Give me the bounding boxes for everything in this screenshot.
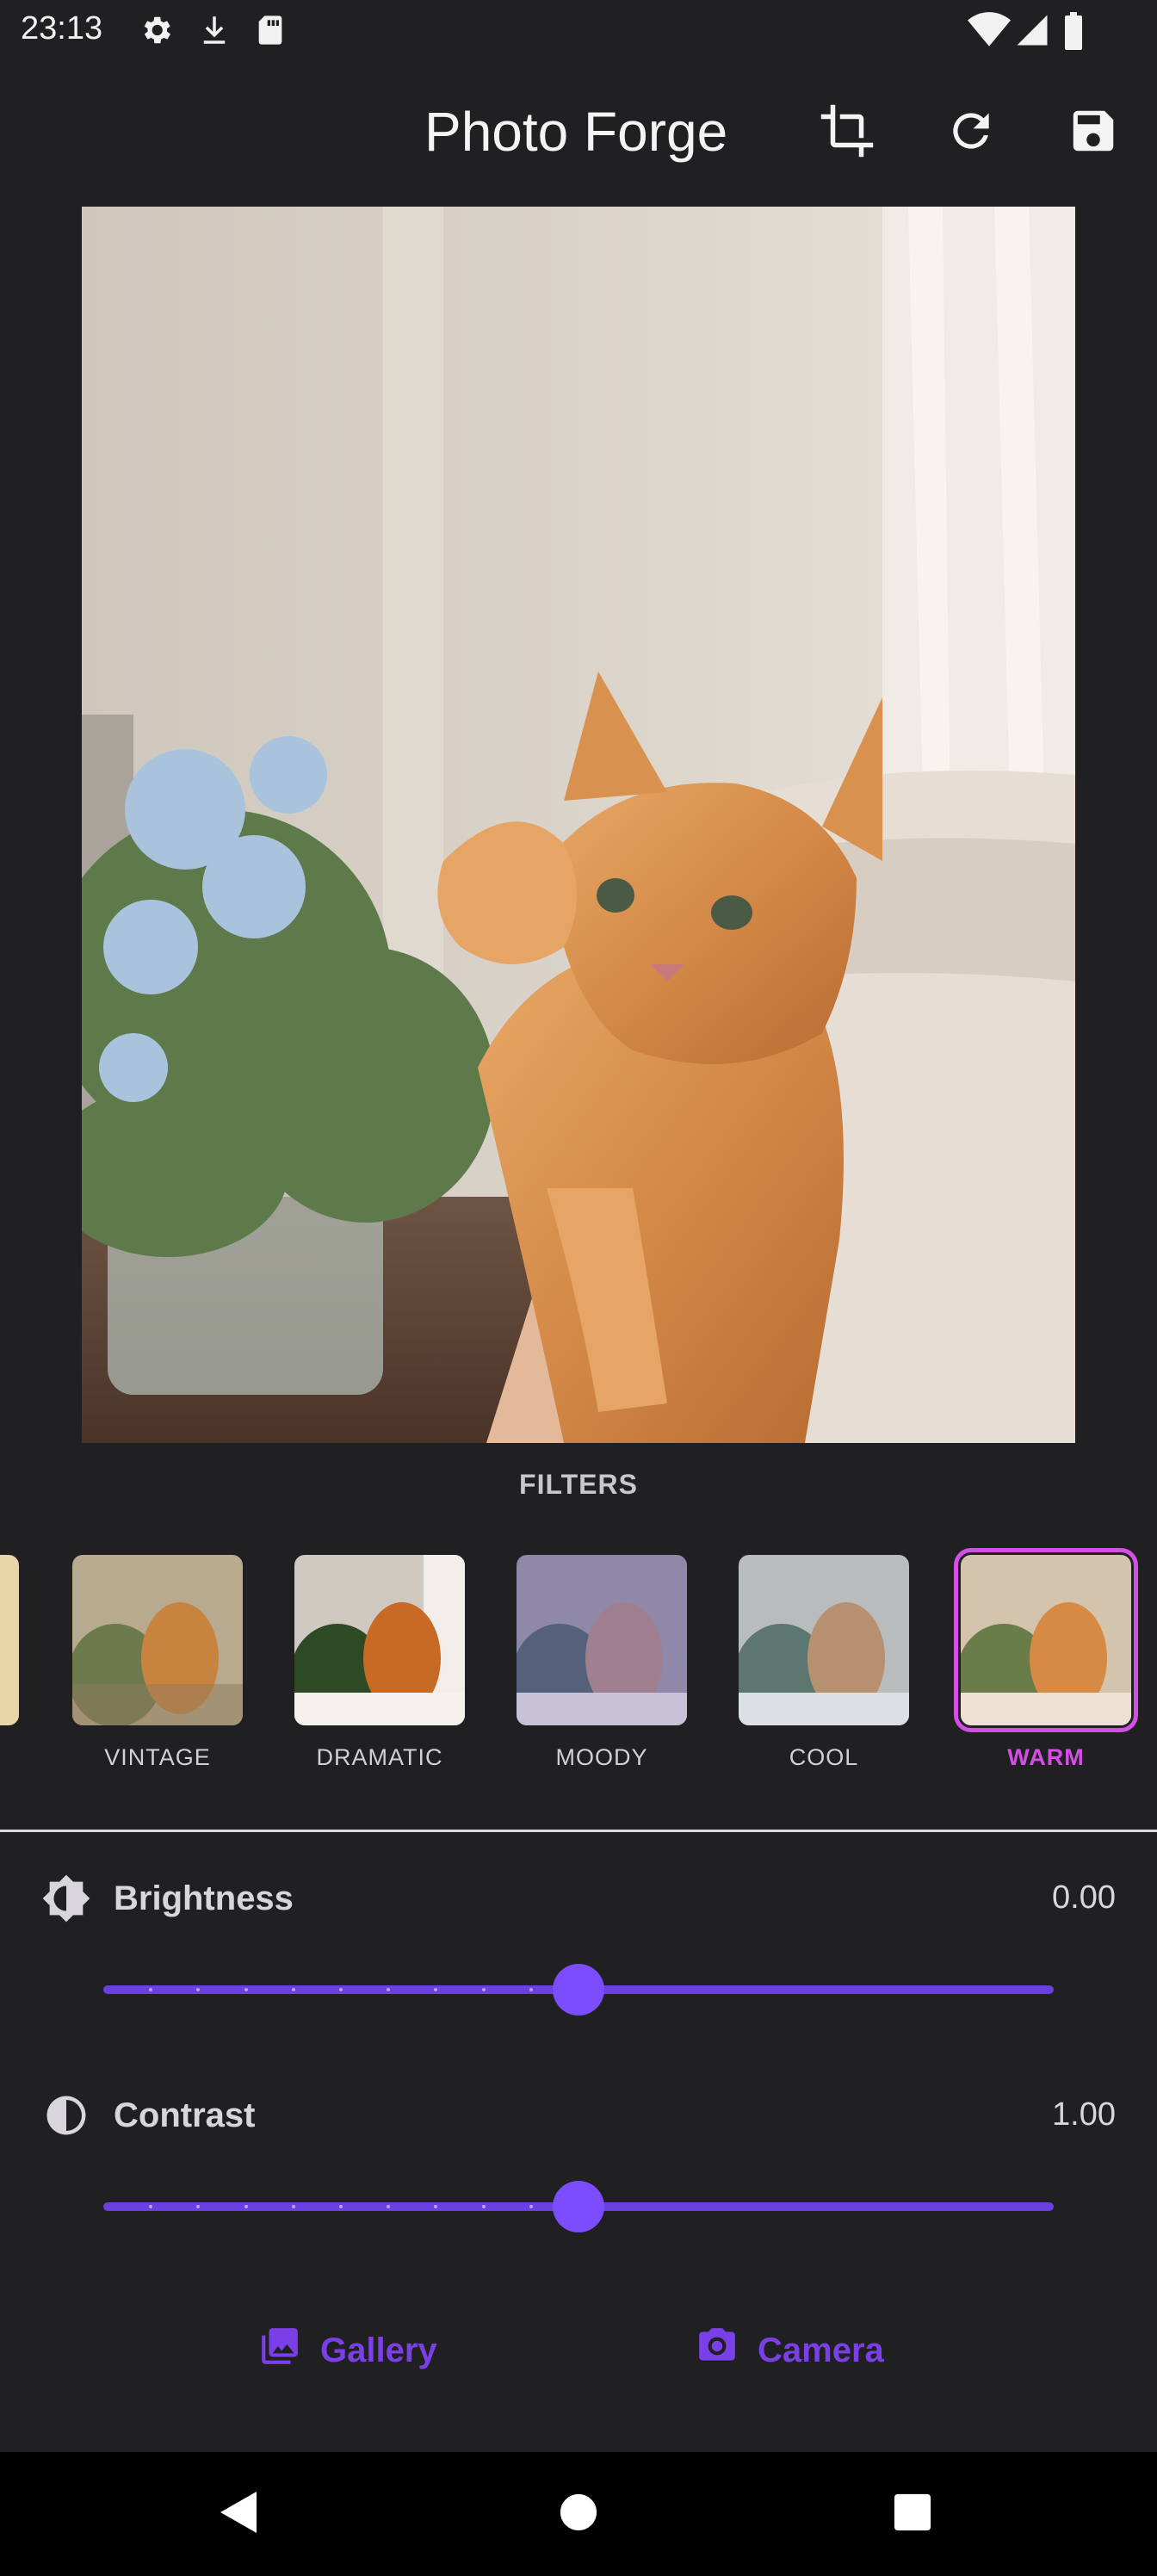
filter-thumbnail[interactable] xyxy=(517,1555,687,1725)
filter-label: WARM xyxy=(1007,1744,1085,1770)
camera-label: Camera xyxy=(758,2331,884,2369)
home-icon xyxy=(559,2492,598,2536)
photo-preview xyxy=(82,207,1075,1443)
home-button[interactable] xyxy=(548,2483,609,2545)
crop-button[interactable] xyxy=(811,96,883,169)
filter-vintage[interactable]: VINTAGE xyxy=(72,1555,243,1771)
filter-thumbnail[interactable] xyxy=(739,1555,909,1725)
brightness-slider[interactable] xyxy=(103,1963,1054,2016)
rotate-button[interactable] xyxy=(935,96,1007,169)
contrast-icon xyxy=(41,2090,91,2140)
recents-button[interactable] xyxy=(882,2483,944,2545)
slider-tick xyxy=(481,1988,486,1991)
slider-tick xyxy=(244,1988,248,1991)
signal-icon xyxy=(1014,12,1050,53)
filter-thumbnail[interactable] xyxy=(954,1548,1138,1732)
slider-tick xyxy=(481,2205,486,2208)
filter-thumbnail-partial[interactable] xyxy=(0,1555,19,1725)
download-icon xyxy=(196,12,232,53)
slider-tick xyxy=(339,1988,343,1991)
slider-tick xyxy=(529,2205,533,2208)
filter-cool[interactable]: COOL xyxy=(739,1555,909,1771)
wifi-icon xyxy=(968,12,1011,53)
filter-label: MOODY xyxy=(555,1744,648,1770)
camera-button[interactable]: Camera xyxy=(696,2316,884,2385)
slider-tick xyxy=(339,2205,343,2208)
sd-card-icon xyxy=(253,12,288,53)
status-bar: 23:13 xyxy=(0,0,1157,62)
save-button[interactable] xyxy=(1057,96,1129,169)
battery-icon xyxy=(1062,12,1085,54)
slider-tick xyxy=(291,2205,295,2208)
divider xyxy=(0,1830,1157,1832)
brightness-value: 0.00 xyxy=(1052,1879,1116,1916)
filters-title: FILTERS xyxy=(519,1469,638,1500)
recents-icon xyxy=(893,2492,932,2536)
slider-thumb[interactable] xyxy=(553,2181,604,2232)
filter-thumbnail[interactable] xyxy=(72,1555,243,1725)
status-time: 23:13 xyxy=(21,10,103,46)
contrast-slider[interactable] xyxy=(103,2180,1054,2232)
camera-icon xyxy=(696,2325,739,2376)
filter-dramatic[interactable]: DRAMATIC xyxy=(294,1555,465,1771)
save-icon xyxy=(1067,104,1120,162)
settings-icon xyxy=(138,12,174,53)
app-bar: Photo Forge xyxy=(0,77,1157,189)
filter-warm[interactable]: WARM xyxy=(954,1548,1138,1771)
contrast-label: Contrast xyxy=(114,2096,256,2134)
slider-tick xyxy=(291,1988,295,1991)
rotate-icon xyxy=(944,104,998,162)
gallery-icon xyxy=(258,2325,301,2376)
slider-tick xyxy=(244,2205,248,2208)
back-button[interactable] xyxy=(208,2483,270,2545)
brightness-label: Brightness xyxy=(114,1879,294,1917)
filter-moody[interactable]: MOODY xyxy=(517,1555,687,1771)
slider-tick xyxy=(529,1988,533,1991)
kitten-photo xyxy=(82,207,1075,1443)
back-icon xyxy=(219,2490,260,2539)
filter-thumbnail[interactable] xyxy=(294,1555,465,1725)
contrast-value: 1.00 xyxy=(1052,2096,1116,2133)
navigation-bar xyxy=(0,2452,1157,2576)
gallery-button[interactable]: Gallery xyxy=(258,2316,437,2385)
crop-icon xyxy=(819,102,875,164)
app-title: Photo Forge xyxy=(424,101,728,163)
slider-thumb[interactable] xyxy=(553,1964,604,2016)
gallery-label: Gallery xyxy=(320,2331,437,2369)
filter-label: COOL xyxy=(789,1744,859,1770)
filter-label: DRAMATIC xyxy=(316,1744,443,1770)
filter-label: VINTAGE xyxy=(104,1744,211,1770)
brightness-icon xyxy=(41,1873,91,1923)
